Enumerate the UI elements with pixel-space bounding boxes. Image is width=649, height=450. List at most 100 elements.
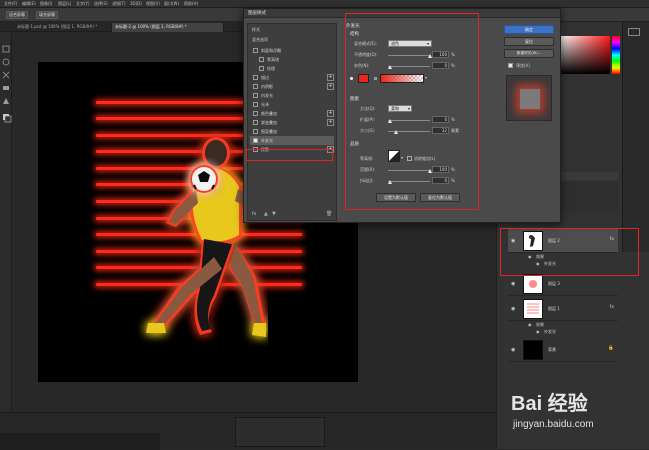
annotation-box-outer-glow xyxy=(246,149,333,161)
style-checkbox-checked[interactable] xyxy=(253,138,258,143)
style-item-bevel-emboss[interactable]: 斜面和浮雕 xyxy=(250,46,334,55)
style-checkbox[interactable] xyxy=(253,129,258,134)
menu-3d[interactable]: 3D(D) xyxy=(130,1,142,6)
style-label: 颜色叠加 xyxy=(261,111,277,116)
style-label: 内发光 xyxy=(261,93,273,98)
layer-thumbnail xyxy=(523,299,543,319)
dialog-actions: 确定 复位 新建样式(W)... 预览(V) xyxy=(500,23,558,223)
tool-icons xyxy=(2,45,12,123)
layer-thumbnail xyxy=(523,274,543,294)
style-checkbox[interactable] xyxy=(259,57,264,62)
layer-name[interactable]: 背景 xyxy=(548,347,556,353)
style-item-texture[interactable]: 纹理 xyxy=(256,64,334,73)
style-item-pattern-overlay[interactable]: 图案叠加 xyxy=(250,127,334,136)
add-style-icon[interactable]: + xyxy=(327,119,334,126)
effects-eye-icon[interactable]: ◉ xyxy=(528,322,532,327)
fill-screen-button[interactable]: 填充屏幕 xyxy=(36,11,58,19)
blending-options[interactable]: 混合选项 xyxy=(252,37,268,43)
menu-view[interactable]: 视图(V) xyxy=(146,1,160,7)
timeline-strip xyxy=(0,433,160,450)
mini-panel xyxy=(235,417,325,447)
style-checkbox[interactable] xyxy=(253,75,258,80)
style-checkbox[interactable] xyxy=(253,102,258,107)
delete-icon[interactable]: 🗑 xyxy=(326,211,332,217)
layer-effect-outer-glow[interactable]: ◉ 外发光 xyxy=(508,329,618,337)
annotation-box-settings xyxy=(345,13,479,210)
baidu-jingyan-watermark: Bai 经验 jingyan.baidu.com xyxy=(505,385,645,445)
watermark-url: jingyan.baidu.com xyxy=(513,419,594,430)
menu-filter[interactable]: 滤镜(T) xyxy=(112,1,126,7)
bottom-panel xyxy=(0,412,496,450)
preview-label[interactable]: 预览(V) xyxy=(516,63,530,69)
style-label: 纹理 xyxy=(267,66,275,71)
fit-screen-button[interactable]: 适合屏幕 xyxy=(6,11,28,19)
style-checkbox[interactable] xyxy=(253,93,258,98)
reset-button[interactable]: 复位 xyxy=(504,37,554,46)
dialog-title: 图层样式 xyxy=(248,11,266,16)
visibility-eye-icon[interactable]: ◉ xyxy=(511,347,515,353)
style-label: 斜面和浮雕 xyxy=(261,48,281,53)
add-style-icon[interactable]: + xyxy=(327,74,334,81)
menu-file[interactable]: 文件(F) xyxy=(4,1,17,7)
style-item-color-overlay[interactable]: 颜色叠加 + xyxy=(250,109,334,118)
effect-eye-icon[interactable]: ◉ xyxy=(536,329,540,334)
styles-list: 样式 混合选项 斜面和浮雕 等高线 纹理 描边 + 内阴影 + 内发光 光泽 颜色叠… xyxy=(247,23,337,221)
menu-bar: 文件(F) 编辑(E) 图像(I) 图层(L) 文字(Y) 选择(S) 滤镜(T… xyxy=(0,0,649,8)
panel-icon[interactable] xyxy=(628,28,640,36)
styles-header[interactable]: 样式 xyxy=(252,27,260,33)
style-label: 等高线 xyxy=(267,57,279,62)
style-checkbox[interactable] xyxy=(253,111,258,116)
style-label: 内阴影 xyxy=(261,84,273,89)
style-item-contour[interactable]: 等高线 xyxy=(256,55,334,64)
move-down-icon[interactable]: ▼ xyxy=(272,211,276,217)
layer-fx-icon[interactable]: fx xyxy=(610,305,614,310)
color-picker[interactable] xyxy=(560,36,622,78)
new-style-button[interactable]: 新建样式(W)... xyxy=(504,49,554,58)
menu-layer[interactable]: 图层(L) xyxy=(58,1,71,7)
style-label: 渐变叠加 xyxy=(261,120,277,125)
style-item-satin[interactable]: 光泽 xyxy=(250,100,334,109)
tools-panel xyxy=(0,32,12,412)
style-label: 描边 xyxy=(261,75,269,80)
menu-edit[interactable]: 编辑(E) xyxy=(22,1,36,7)
menu-help[interactable]: 帮助(H) xyxy=(184,1,198,7)
preview-glow-square xyxy=(520,89,540,109)
style-label: 外发光 xyxy=(261,138,273,143)
menu-image[interactable]: 图像(I) xyxy=(40,1,52,7)
style-label: 图案叠加 xyxy=(261,129,277,134)
effect-label: 外发光 xyxy=(544,329,556,334)
hue-slider[interactable] xyxy=(612,36,620,74)
right-icon-column xyxy=(622,22,649,252)
lock-icon: 🔒 xyxy=(608,346,614,351)
color-field[interactable] xyxy=(560,36,610,74)
style-checkbox[interactable] xyxy=(259,66,264,71)
style-item-outer-glow[interactable]: 外发光 xyxy=(250,136,334,145)
add-style-icon[interactable]: + xyxy=(327,110,334,117)
fx-menu-icon[interactable]: fx xyxy=(252,212,256,217)
style-item-gradient-overlay[interactable]: 渐变叠加 + xyxy=(250,118,334,127)
style-checkbox[interactable] xyxy=(253,120,258,125)
watermark-brand: Bai 经验 xyxy=(511,393,588,415)
style-item-inner-glow[interactable]: 内发光 xyxy=(250,91,334,100)
layer-name[interactable]: 图层 1 xyxy=(548,306,560,312)
style-item-inner-shadow[interactable]: 内阴影 + xyxy=(250,82,334,91)
move-up-icon[interactable]: ▲ xyxy=(264,211,268,217)
layer-thumbnail xyxy=(523,340,543,360)
add-style-icon[interactable]: + xyxy=(327,83,334,90)
menu-type[interactable]: 文字(Y) xyxy=(76,1,90,7)
preview-checkbox[interactable] xyxy=(508,63,513,68)
menu-window[interactable]: 窗口(W) xyxy=(164,1,179,7)
style-checkbox[interactable] xyxy=(253,48,258,53)
tab-document-2[interactable]: 未标题-2 @ 100% (图层 2, RGB/8#) * xyxy=(112,23,224,32)
layer-row-background[interactable]: ◉ 背景 🔒 xyxy=(508,338,618,362)
visibility-eye-icon[interactable]: ◉ xyxy=(511,281,515,287)
layer-row-layer-1[interactable]: ◉ 图层 1 fx xyxy=(508,297,618,321)
menu-select[interactable]: 选择(S) xyxy=(94,1,108,7)
style-item-stroke[interactable]: 描边 + xyxy=(250,73,334,82)
style-checkbox[interactable] xyxy=(253,84,258,89)
layer-name[interactable]: 图层 3 xyxy=(548,281,560,287)
ok-button[interactable]: 确定 xyxy=(504,25,554,34)
style-label: 光泽 xyxy=(261,102,269,107)
visibility-eye-icon[interactable]: ◉ xyxy=(511,306,515,312)
tab-document-1[interactable]: 未标题-1.psd @ 100% (图层 1, RGB/8#) * xyxy=(14,23,112,32)
